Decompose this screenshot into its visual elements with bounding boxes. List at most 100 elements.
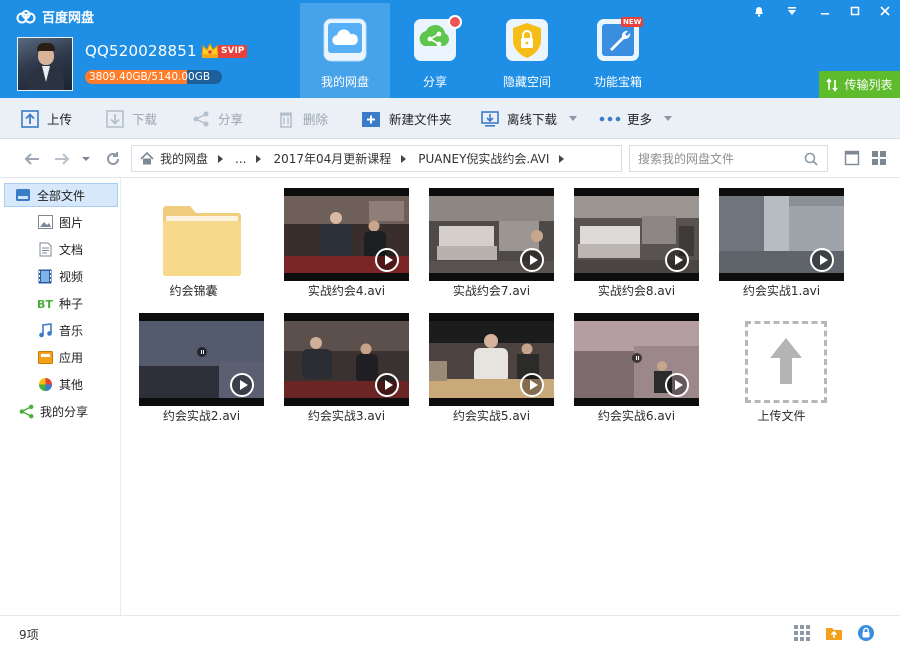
svip-badge[interactable]: SVIP bbox=[200, 42, 248, 60]
file-grid: 约会锦囊 实战约会4.avi 实战约会7.avi 实战约会8.avi 约会实战1… bbox=[121, 178, 900, 615]
drive-icon bbox=[15, 187, 31, 203]
bt-icon: BT bbox=[37, 295, 53, 311]
video-item[interactable]: 约会实战3.avi bbox=[274, 303, 419, 423]
close-icon[interactable] bbox=[870, 0, 900, 22]
chevron-down-icon[interactable] bbox=[569, 116, 578, 121]
upload-file-tile[interactable]: 上传文件 bbox=[709, 303, 854, 423]
transfer-arrows-icon bbox=[826, 77, 839, 92]
file-name: 约会实战5.avi bbox=[452, 409, 531, 423]
lock-status-icon[interactable] bbox=[857, 624, 875, 642]
sidebar: 全部文件 图片 文档 视频 BT 种子 音乐 应用 其他 我的分享 bbox=[0, 178, 121, 615]
delete-button[interactable]: 删除 bbox=[277, 98, 328, 139]
sidebar-item-videos[interactable]: 视频 bbox=[4, 264, 118, 288]
search-input[interactable] bbox=[638, 151, 798, 166]
sidebar-item-docs[interactable]: 文档 bbox=[4, 237, 118, 261]
upload-button[interactable]: 上传 bbox=[21, 98, 72, 139]
cloud-icon bbox=[323, 18, 367, 62]
sidebar-item-torrents[interactable]: BT 种子 bbox=[4, 291, 118, 315]
sidebar-item-label: 图片 bbox=[59, 215, 84, 230]
offline-download-label: 离线下载 bbox=[507, 112, 558, 127]
maximize-icon[interactable] bbox=[840, 0, 870, 22]
svg-text:BT: BT bbox=[37, 298, 53, 309]
play-icon[interactable] bbox=[375, 373, 399, 397]
video-item[interactable]: 实战约会8.avi bbox=[564, 178, 709, 298]
play-icon[interactable] bbox=[230, 373, 254, 397]
tab-share[interactable]: 分享 bbox=[390, 3, 480, 98]
home-icon[interactable] bbox=[140, 152, 154, 165]
pause-icon bbox=[197, 347, 207, 357]
sidebar-item-my-share[interactable]: 我的分享 bbox=[4, 399, 118, 423]
breadcrumb-separator-icon[interactable] bbox=[256, 154, 262, 163]
forward-arrow-icon[interactable] bbox=[52, 149, 72, 169]
sidebar-item-music[interactable]: 音乐 bbox=[4, 318, 118, 342]
play-icon[interactable] bbox=[520, 248, 544, 272]
status-bar: 9项 bbox=[0, 615, 900, 650]
file-name: 实战约会4.avi bbox=[307, 284, 386, 298]
share-button[interactable]: 分享 bbox=[192, 98, 243, 139]
file-name: 实战约会7.avi bbox=[452, 284, 531, 298]
history-dropdown-icon[interactable] bbox=[76, 149, 96, 169]
video-item[interactable]: 实战约会7.avi bbox=[419, 178, 564, 298]
search-icon[interactable] bbox=[804, 152, 818, 166]
more-button[interactable]: 更多 bbox=[599, 98, 673, 139]
play-icon[interactable] bbox=[665, 248, 689, 272]
folder-item[interactable]: 约会锦囊 bbox=[121, 178, 266, 298]
play-icon[interactable] bbox=[520, 373, 544, 397]
sidebar-item-apps[interactable]: 应用 bbox=[4, 345, 118, 369]
back-arrow-icon[interactable] bbox=[22, 149, 42, 169]
video-item[interactable]: 实战约会4.avi bbox=[274, 178, 419, 298]
new-folder-label: 新建文件夹 bbox=[389, 112, 452, 127]
play-icon[interactable] bbox=[665, 373, 689, 397]
menu-dropdown-icon[interactable] bbox=[777, 0, 807, 22]
app-box-icon bbox=[37, 349, 53, 365]
download-button[interactable]: 下载 bbox=[106, 98, 157, 139]
breadcrumb-ellipsis[interactable]: ... bbox=[235, 152, 246, 166]
breadcrumb-separator-icon[interactable] bbox=[218, 154, 224, 163]
breadcrumb: 我的网盘 ... 2017年04月更新课程 PUANEY倪实战约会.AVI bbox=[131, 145, 622, 172]
sidebar-item-all-files[interactable]: 全部文件 bbox=[4, 183, 118, 207]
sidebar-item-label: 视频 bbox=[59, 269, 84, 284]
video-item[interactable]: 约会实战2.avi bbox=[129, 303, 274, 423]
sidebar-item-images[interactable]: 图片 bbox=[4, 210, 118, 234]
tab-toolbox-label: 功能宝箱 bbox=[593, 75, 642, 89]
transfer-list-button[interactable]: 传输列表 bbox=[819, 71, 900, 98]
breadcrumb-separator-icon[interactable] bbox=[401, 154, 407, 163]
upload-folder-icon[interactable] bbox=[825, 624, 843, 642]
play-icon[interactable] bbox=[810, 248, 834, 272]
pause-icon bbox=[632, 353, 642, 363]
notification-bell-icon[interactable] bbox=[744, 0, 774, 22]
tab-share-label: 分享 bbox=[422, 75, 447, 89]
quota-bar: 3809.40GB/5140.00GB bbox=[85, 70, 222, 84]
breadcrumb-level2[interactable]: PUANEY倪实战约会.AVI bbox=[418, 150, 549, 167]
play-icon[interactable] bbox=[375, 248, 399, 272]
grid-view-icon[interactable] bbox=[871, 150, 887, 166]
svip-tag: SVIP bbox=[218, 44, 248, 58]
breadcrumb-root[interactable]: 我的网盘 bbox=[160, 150, 208, 167]
video-item[interactable]: 约会实战6.avi bbox=[564, 303, 709, 423]
breadcrumb-separator-icon[interactable] bbox=[559, 154, 565, 163]
offline-download-button[interactable]: 离线下载 bbox=[481, 98, 578, 139]
video-item[interactable]: 约会实战1.avi bbox=[709, 178, 854, 298]
share-notification-dot bbox=[448, 15, 462, 29]
new-folder-button[interactable]: 新建文件夹 bbox=[361, 98, 452, 139]
username[interactable]: QQ520028851 bbox=[85, 42, 197, 60]
breadcrumb-level1[interactable]: 2017年04月更新课程 bbox=[273, 150, 391, 167]
sidebar-item-other[interactable]: 其他 bbox=[4, 372, 118, 396]
sidebar-item-label: 音乐 bbox=[59, 323, 84, 338]
image-icon bbox=[37, 214, 53, 230]
video-item[interactable]: 约会实战5.avi bbox=[419, 303, 564, 423]
upload-dropzone[interactable] bbox=[745, 321, 827, 403]
grid-apps-icon[interactable] bbox=[793, 624, 811, 642]
item-count: 9项 bbox=[19, 628, 39, 642]
minimize-icon[interactable] bbox=[810, 0, 840, 22]
pie-icon bbox=[37, 376, 53, 392]
list-view-icon[interactable] bbox=[844, 150, 860, 166]
avatar[interactable] bbox=[17, 37, 73, 91]
video-thumbnail bbox=[139, 313, 264, 406]
chevron-down-icon[interactable] bbox=[664, 116, 673, 121]
tab-toolbox[interactable]: NEW 功能宝箱 bbox=[573, 3, 663, 98]
file-name: 约会实战1.avi bbox=[742, 284, 821, 298]
tab-hidden-space[interactable]: 隐藏空间 bbox=[482, 3, 572, 98]
tab-my-disk[interactable]: 我的网盘 bbox=[300, 3, 390, 98]
refresh-icon[interactable] bbox=[103, 149, 123, 169]
